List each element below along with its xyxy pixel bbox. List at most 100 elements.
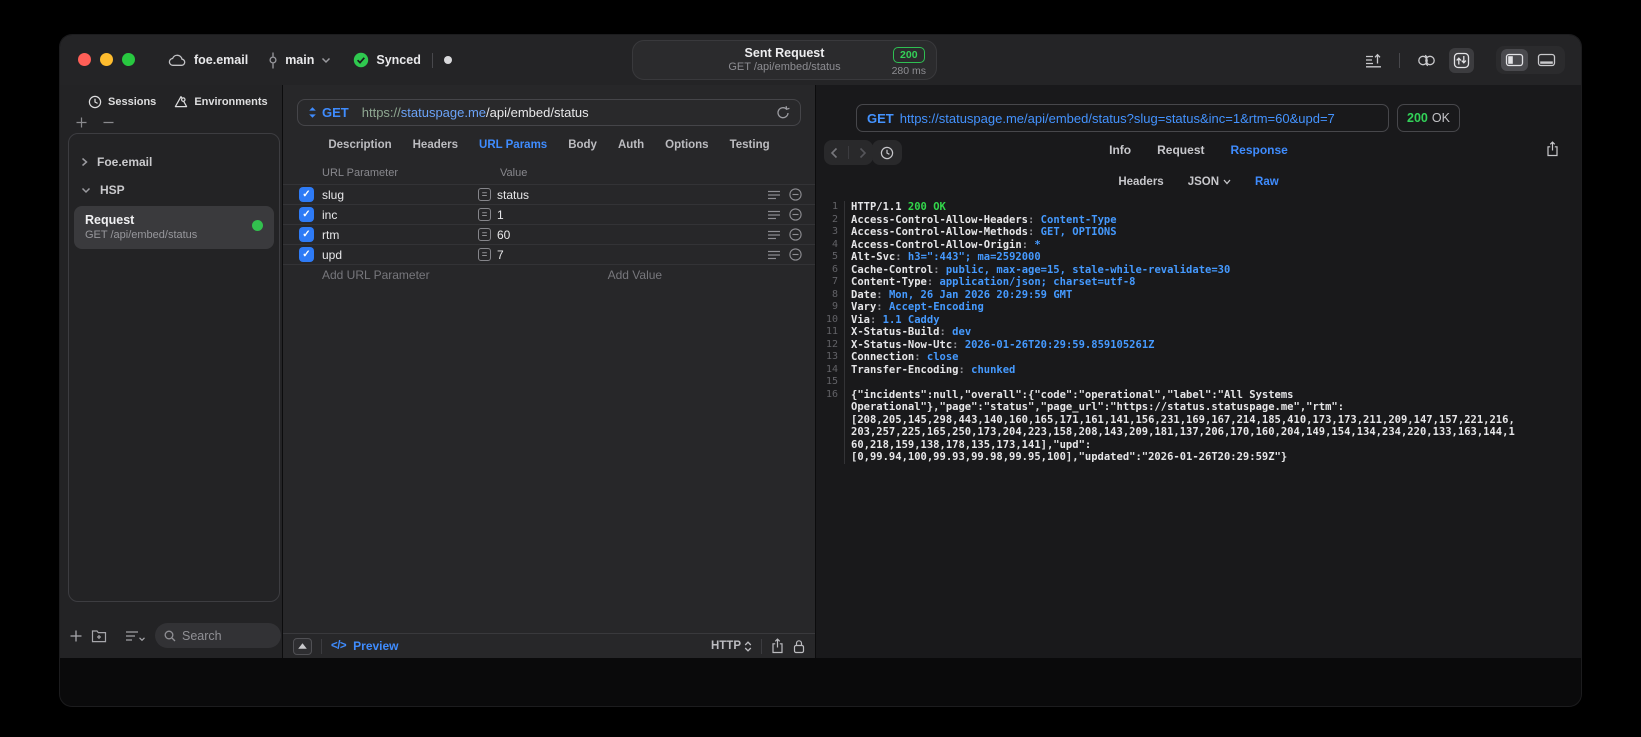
request-editor-panel: GET https://statuspage.me/api/embed/stat… <box>282 85 816 658</box>
line-content: Alt-Svc: h3=":443"; ma=2592000 <box>851 251 1041 263</box>
method-stepper-icon[interactable] <box>308 106 317 119</box>
request-tab-options[interactable]: Options <box>665 139 708 151</box>
export-response-icon[interactable] <box>1546 141 1559 157</box>
chevron-down-icon[interactable] <box>321 57 331 64</box>
remove-row-icon[interactable] <box>789 248 802 261</box>
protocol-select[interactable]: HTTP <box>711 640 752 652</box>
param-name[interactable]: inc <box>322 208 478 222</box>
code-line: Operational"},"page":"status","page_url"… <box>816 401 1581 414</box>
url-host: statuspage.me <box>400 105 487 120</box>
sort-filter-icon[interactable] <box>125 630 146 642</box>
minimize-window-button[interactable] <box>100 53 113 66</box>
response-raw-view[interactable]: 1 HTTP/1.1 200 OK 2 Access-Control-Allow-He… <box>816 196 1581 658</box>
response-tab-response[interactable]: Response <box>1230 143 1287 157</box>
search-box[interactable] <box>155 623 281 648</box>
remove-row-icon[interactable] <box>789 188 802 201</box>
resend-refresh-icon[interactable] <box>776 105 790 120</box>
project-name[interactable]: foe.email <box>194 53 248 67</box>
param-name[interactable]: rtm <box>322 228 478 242</box>
request-list-item-selected[interactable]: Request GET /api/embed/status <box>74 206 274 249</box>
code-preview-icon[interactable]: </> <box>331 640 347 652</box>
search-input[interactable] <box>182 628 272 643</box>
preview-button[interactable]: Preview <box>353 639 398 653</box>
param-enabled-checkbox[interactable]: ✓ <box>299 207 314 222</box>
group-label: Foe.email <box>97 155 153 169</box>
response-status-code: 200 <box>1407 111 1428 125</box>
line-number: 1 <box>816 201 845 214</box>
add-request-button[interactable] <box>70 630 82 642</box>
activity-pill[interactable]: Sent Request GET /api/embed/status 200 2… <box>632 40 937 80</box>
titlebar: foe.email main Synced Sent Request GET /… <box>60 35 1581 85</box>
sync-loop-icon[interactable] <box>1413 49 1440 72</box>
param-value[interactable]: 60 <box>497 228 768 242</box>
remove-row-icon[interactable] <box>789 208 802 221</box>
request-tab-auth[interactable]: Auth <box>618 139 644 151</box>
group-hsp[interactable]: HSP <box>69 176 279 204</box>
row-options-icon[interactable] <box>768 210 781 220</box>
lock-icon[interactable] <box>793 639 805 654</box>
response-tab-request[interactable]: Request <box>1157 143 1204 157</box>
tab-environments[interactable]: Environments <box>174 95 268 109</box>
sent-request-url-box[interactable]: GET https://statuspage.me/api/embed/stat… <box>856 104 1389 132</box>
row-options-icon[interactable] <box>768 190 781 200</box>
add-param-name-placeholder[interactable]: Add URL Parameter <box>322 268 430 282</box>
branch-name[interactable]: main <box>285 53 314 67</box>
param-value[interactable]: 7 <box>497 248 768 262</box>
collapse-panel-button[interactable] <box>293 637 312 655</box>
new-folder-icon[interactable] <box>91 629 107 643</box>
line-content: Cache-Control: public, max-age=15, stale… <box>851 263 1231 276</box>
code-line: 11 X-Status-Build: dev <box>816 326 1581 339</box>
response-subtab-json[interactable]: JSON <box>1188 176 1231 188</box>
param-name[interactable]: upd <box>322 248 478 262</box>
param-row[interactable]: ✓ slug = status <box>283 184 815 204</box>
import-export-icon[interactable] <box>1361 49 1386 72</box>
code-line: 4 Access-Control-Allow-Origin: * <box>816 238 1581 251</box>
remove-row-icon[interactable] <box>789 228 802 241</box>
response-tabs: Info Request Response <box>816 143 1581 157</box>
code-line: 13 Connection: close <box>816 351 1581 364</box>
close-window-button[interactable] <box>78 53 91 66</box>
request-response-toggle-icon[interactable] <box>1449 47 1474 73</box>
request-status-dot <box>252 220 263 231</box>
request-tab-description[interactable]: Description <box>328 139 391 151</box>
response-tab-info[interactable]: Info <box>1109 143 1131 157</box>
param-value[interactable]: status <box>497 188 768 202</box>
param-name[interactable]: slug <box>322 188 478 202</box>
param-enabled-checkbox[interactable]: ✓ <box>299 187 314 202</box>
line-number <box>816 401 845 414</box>
response-subtab-headers[interactable]: Headers <box>1118 176 1163 188</box>
bottom-panel-toggle-icon[interactable] <box>1533 49 1560 71</box>
group-foe-email[interactable]: Foe.email <box>69 148 279 176</box>
url-text[interactable]: https://statuspage.me/api/embed/status <box>362 105 589 120</box>
param-enabled-checkbox[interactable]: ✓ <box>299 227 314 242</box>
sidebar-toggle-icon[interactable] <box>1501 49 1528 71</box>
tab-sessions[interactable]: Sessions <box>88 95 156 109</box>
param-enabled-checkbox[interactable]: ✓ <box>299 247 314 262</box>
request-tab-headers[interactable]: Headers <box>413 139 458 151</box>
param-row[interactable]: ✓ rtm = 60 <box>283 224 815 244</box>
response-panel: GET https://statuspage.me/api/embed/stat… <box>816 85 1581 658</box>
request-duration: 280 ms <box>891 65 926 77</box>
line-number <box>816 438 845 451</box>
add-param-value-placeholder[interactable]: Add Value <box>608 268 663 282</box>
add-param-row[interactable]: Add URL Parameter Add Value <box>283 264 815 285</box>
request-tab-url-params[interactable]: URL Params <box>479 139 547 151</box>
sync-status[interactable]: Synced <box>376 53 420 67</box>
param-row[interactable]: ✓ upd = 7 <box>283 244 815 264</box>
share-icon[interactable] <box>771 638 784 654</box>
request-tab-body[interactable]: Body <box>568 139 597 151</box>
param-value[interactable]: 1 <box>497 208 768 222</box>
request-tab-testing[interactable]: Testing <box>730 139 770 151</box>
request-url-bar[interactable]: GET https://statuspage.me/api/embed/stat… <box>297 99 801 126</box>
line-content: Vary: Accept-Encoding <box>851 301 984 313</box>
param-row[interactable]: ✓ inc = 1 <box>283 204 815 224</box>
remove-session-button[interactable] <box>103 117 114 131</box>
add-session-button[interactable] <box>76 117 87 131</box>
response-subtab-raw[interactable]: Raw <box>1255 176 1279 188</box>
line-number: 15 <box>816 376 845 389</box>
row-options-icon[interactable] <box>768 230 781 240</box>
zoom-window-button[interactable] <box>122 53 135 66</box>
row-options-icon[interactable] <box>768 250 781 260</box>
line-number <box>816 413 845 426</box>
method-select[interactable]: GET <box>322 105 349 120</box>
